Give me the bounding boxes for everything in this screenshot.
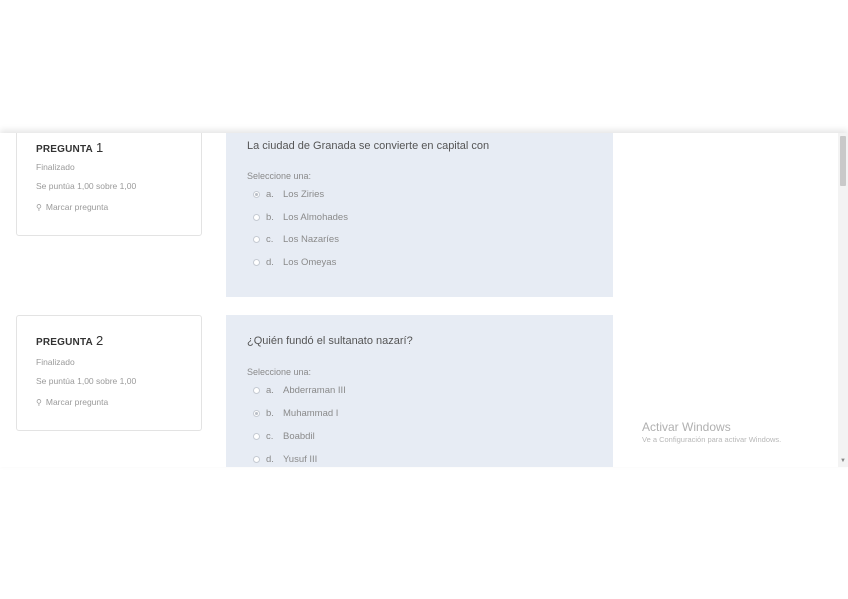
question-info-card: PREGUNTA 1 Finalizado Se puntúa 1,00 sobr…: [16, 133, 202, 236]
option-letter: c.: [266, 430, 274, 442]
option-text: Yusuf III: [283, 453, 318, 465]
activate-windows-title: Activar Windows: [642, 420, 731, 434]
option-text: Abderraman III: [283, 384, 346, 396]
option-letter: a.: [266, 384, 274, 396]
scroll-down-arrow-icon[interactable]: ▼: [840, 458, 846, 464]
option-letter: d.: [266, 256, 274, 268]
flag-icon: ⚲: [36, 398, 42, 407]
answer-option[interactable]: c. Los Nazaríes: [253, 232, 339, 246]
question-status: Finalizado: [36, 357, 75, 367]
flag-question-label: Marcar pregunta: [45, 202, 109, 212]
question-text: ¿Quién fundó el sultanato nazarí?: [247, 335, 413, 347]
radio-button[interactable]: [253, 455, 260, 463]
answer-option[interactable]: d. Yusuf III: [253, 452, 317, 466]
question-title: PREGUNTA 2: [36, 333, 103, 348]
radio-button[interactable]: [253, 386, 260, 394]
question-score: Se puntúa 1,00 sobre 1,00: [36, 376, 137, 386]
question-info-card: PREGUNTA 2 Finalizado Se puntúa 1,00 sobr…: [16, 315, 202, 431]
question-label: PREGUNTA: [36, 337, 93, 348]
activate-windows-subtitle: Ve a Configuración para activar Windows.: [642, 435, 782, 444]
option-letter: b.: [266, 211, 274, 223]
option-text: Los Almohades: [283, 211, 348, 223]
radio-button[interactable]: [253, 235, 260, 243]
flag-question-label: Marcar pregunta: [45, 397, 109, 407]
question-label: PREGUNTA: [36, 144, 93, 155]
radio-button[interactable]: [253, 190, 260, 198]
question-text: La ciudad de Granada se convierte en cap…: [247, 140, 490, 152]
radio-button[interactable]: [253, 409, 260, 417]
question-title: PREGUNTA 1: [36, 140, 103, 155]
select-prompt: Seleccione una:: [247, 171, 312, 181]
option-letter: a.: [266, 188, 274, 200]
answer-option[interactable]: c. Boabdil: [253, 429, 315, 443]
radio-button[interactable]: [253, 258, 260, 266]
answer-option[interactable]: b. Los Almohades: [253, 210, 348, 224]
question-number: 2: [95, 333, 104, 348]
question-score: Se puntúa 1,00 sobre 1,00: [36, 181, 137, 191]
question-number: 1: [95, 140, 104, 155]
option-letter: d.: [266, 453, 274, 465]
select-prompt: Seleccione una:: [247, 367, 312, 377]
option-letter: c.: [266, 233, 274, 245]
flag-question-link[interactable]: ⚲ Marcar pregunta: [36, 397, 108, 407]
answer-option[interactable]: b. Muhammad I: [253, 406, 338, 420]
radio-button[interactable]: [253, 213, 260, 221]
quiz-review-viewport: PREGUNTA 1 Finalizado Se puntúa 1,00 sobr…: [0, 133, 848, 467]
flag-question-link[interactable]: ⚲ Marcar pregunta: [36, 202, 108, 212]
flag-icon: ⚲: [36, 203, 42, 212]
vertical-scrollbar[interactable]: ▼: [838, 133, 848, 467]
scrollbar-thumb[interactable]: [840, 136, 846, 186]
answer-option[interactable]: a. Abderraman III: [253, 383, 346, 397]
option-text: Boabdil: [283, 430, 315, 442]
question-content-panel: La ciudad de Granada se convierte en cap…: [226, 133, 613, 297]
answer-option[interactable]: d. Los Omeyas: [253, 255, 336, 269]
option-text: Los Ziries: [283, 188, 325, 200]
option-letter: b.: [266, 407, 274, 419]
question-status: Finalizado: [36, 162, 75, 172]
answer-option[interactable]: a. Los Ziries: [253, 187, 324, 201]
option-text: Los Nazaríes: [283, 233, 339, 245]
question-content-panel: ¿Quién fundó el sultanato nazarí? Selecc…: [226, 315, 613, 467]
radio-button[interactable]: [253, 432, 260, 440]
option-text: Muhammad I: [283, 407, 339, 419]
option-text: Los Omeyas: [283, 256, 337, 268]
